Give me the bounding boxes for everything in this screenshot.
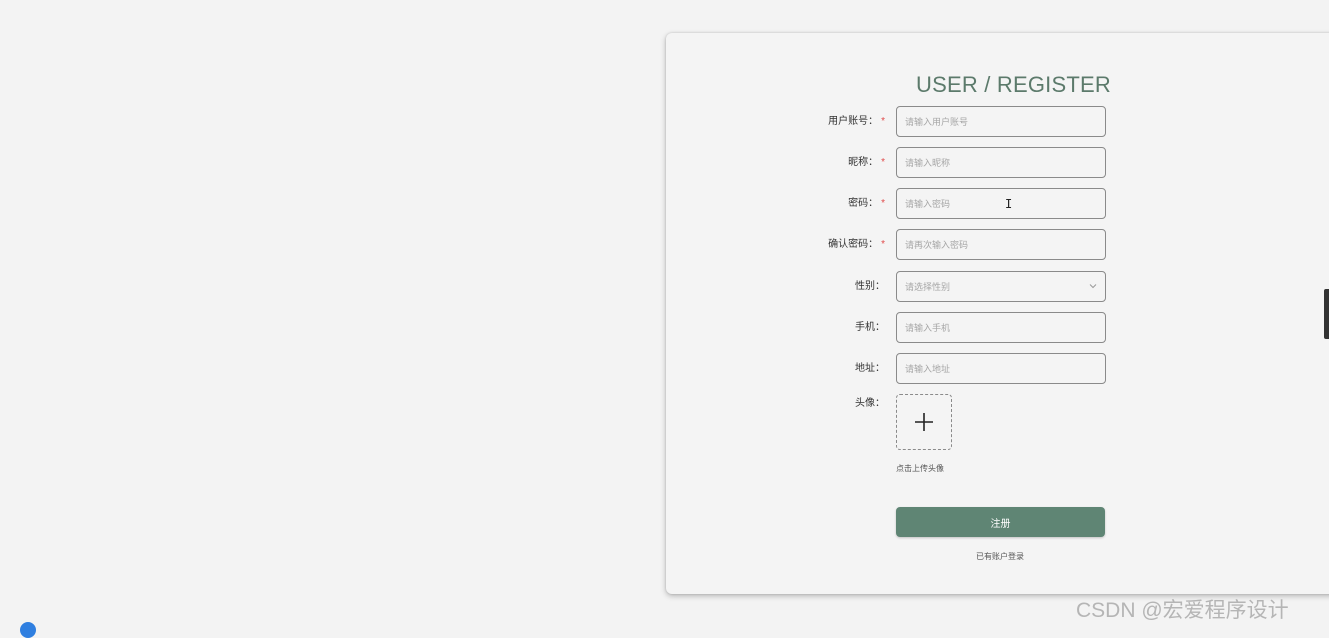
label-colon: ： (868, 239, 879, 250)
nickname-field-box[interactable] (896, 147, 1106, 178)
address-field-box[interactable] (896, 353, 1106, 384)
required-mark: * (881, 198, 885, 209)
label-colon: ： (868, 116, 879, 127)
avatar-label: 头像 (855, 398, 875, 409)
login-link[interactable]: 已有账户登录 (960, 551, 1040, 562)
form-row-address: 地址： (780, 353, 1110, 384)
scrollbar-handle[interactable] (1324, 289, 1329, 339)
required-mark: * (881, 157, 885, 168)
password-field-box[interactable] (896, 188, 1106, 219)
page-title: USER / REGISTER (916, 72, 1111, 97)
form-row-password: 密码： * (780, 188, 1110, 219)
field-label: 昵称： * (780, 147, 885, 178)
status-dot (20, 622, 36, 638)
form-row-gender: 性别： (780, 271, 1110, 302)
form-row-account: 用户账号： * (780, 106, 1110, 137)
nickname-input[interactable] (897, 148, 1085, 177)
nickname-label: 昵称 (848, 157, 869, 168)
label-colon: ： (875, 322, 885, 333)
account-label: 用户账号 (828, 116, 869, 127)
form-row-phone: 手机： (780, 312, 1110, 343)
gender-select-input[interactable] (897, 272, 1085, 301)
account-input[interactable] (897, 107, 1085, 136)
field-label: 头像： (780, 394, 885, 414)
account-field-box[interactable] (896, 106, 1106, 137)
field-label: 密码： * (780, 188, 885, 219)
label-colon: ： (875, 363, 885, 374)
register-button[interactable]: 注册 (896, 507, 1105, 537)
confirm-password-label: 确认密码 (828, 239, 869, 250)
avatar-upload[interactable] (896, 394, 952, 450)
field-label: 用户账号： * (780, 106, 885, 137)
label-colon: ： (875, 281, 885, 292)
form-row-confirm-password: 确认密码： * (780, 229, 1110, 260)
required-mark: * (881, 116, 885, 127)
label-colon: ： (875, 398, 885, 409)
upload-hint: 点击上传头像 (896, 464, 944, 473)
gender-label: 性别 (855, 281, 875, 292)
field-label: 性别： (780, 271, 885, 302)
chevron-down-icon[interactable] (1089, 282, 1097, 290)
text-cursor-icon: I (1005, 197, 1013, 211)
confirm-password-field-box[interactable] (896, 229, 1106, 260)
plus-icon (915, 413, 933, 431)
phone-label: 手机 (855, 322, 875, 333)
address-input[interactable] (897, 354, 1085, 383)
password-input[interactable] (897, 189, 1085, 218)
phone-input[interactable] (897, 313, 1085, 342)
watermark: CSDN @宏爱程序设计 (1076, 599, 1289, 622)
required-mark: * (881, 239, 885, 250)
field-label: 手机： (780, 312, 885, 343)
gender-select[interactable] (896, 271, 1106, 302)
phone-field-box[interactable] (896, 312, 1106, 343)
confirm-password-input[interactable] (897, 230, 1085, 259)
password-label: 密码 (848, 198, 869, 209)
label-colon: ： (868, 198, 879, 209)
form-row-nickname: 昵称： * (780, 147, 1110, 178)
label-colon: ： (868, 157, 879, 168)
field-label: 地址： (780, 353, 885, 384)
field-label: 确认密码： * (780, 229, 885, 260)
address-label: 地址 (855, 363, 875, 374)
